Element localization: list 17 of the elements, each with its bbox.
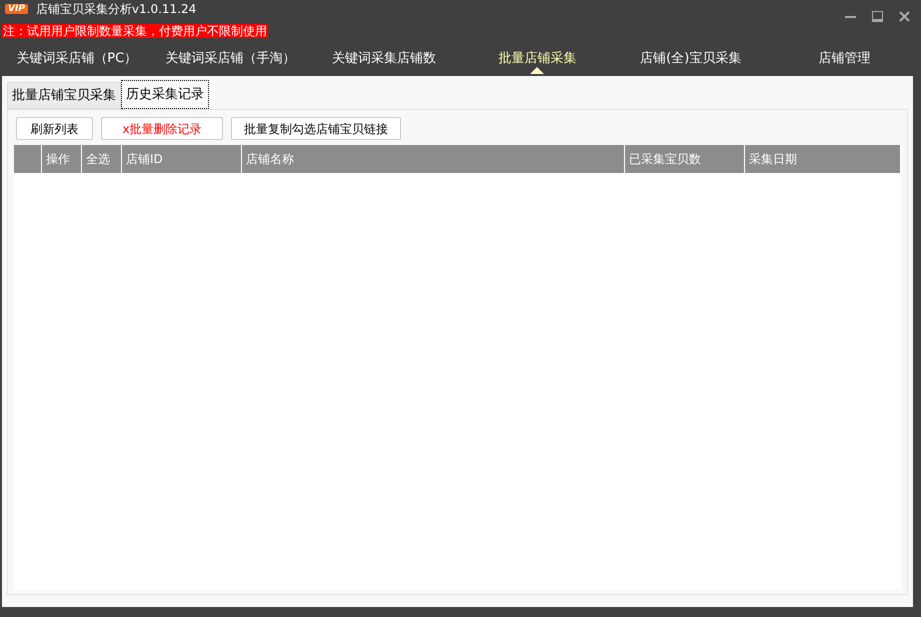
selected-indicator-icon bbox=[530, 67, 544, 74]
nav-tab[interactable]: 关键词采店铺（PC） bbox=[0, 42, 154, 76]
close-icon[interactable] bbox=[899, 10, 910, 22]
nav-tab[interactable]: 店铺(全)宝贝采集 bbox=[614, 42, 768, 76]
action-button[interactable]: 刷新列表 bbox=[16, 117, 93, 140]
tab[interactable]: 历史采集记录 bbox=[121, 80, 209, 109]
tab[interactable]: 批量店铺宝贝采集 bbox=[7, 82, 121, 109]
nav-tab[interactable]: 批量店铺采集 bbox=[460, 42, 614, 76]
nav-tab[interactable]: 关键词采店铺（手淘） bbox=[154, 42, 307, 76]
action-button[interactable]: 批量复制勾选店铺宝贝链接 bbox=[231, 117, 401, 140]
maximize-icon[interactable] bbox=[872, 10, 883, 22]
nav-tab[interactable]: 店铺管理 bbox=[768, 42, 921, 76]
delete-button[interactable]: x批量删除记录 bbox=[101, 117, 223, 140]
nav-tab[interactable]: 关键词采集店铺数 bbox=[307, 42, 460, 76]
logo: VIP bbox=[5, 4, 28, 14]
window-title: 店铺宝贝采集分析v1.0.11.24 bbox=[36, 1, 196, 18]
notice-text: 注：试用用户限制数量采集，付费用户不限制使用 bbox=[2, 24, 268, 38]
